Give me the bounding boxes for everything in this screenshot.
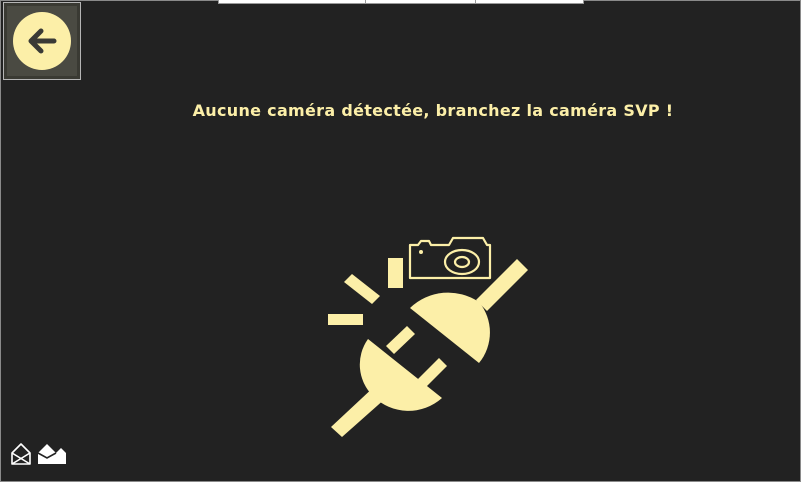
spark-line bbox=[344, 274, 380, 304]
socket-body bbox=[410, 292, 490, 363]
arrow-left-icon bbox=[28, 28, 57, 54]
spark-line bbox=[388, 258, 403, 288]
plug-prong bbox=[418, 358, 447, 387]
back-button[interactable] bbox=[3, 2, 81, 80]
camera-icon bbox=[408, 236, 492, 280]
plug-prong bbox=[386, 326, 415, 354]
unplugged-camera-icon bbox=[328, 236, 528, 437]
no-camera-message: Aucune caméra détectée, branchez la camé… bbox=[192, 101, 674, 120]
back-button-circle bbox=[13, 12, 71, 70]
back-button-frame bbox=[7, 6, 77, 76]
app-screen: Aucune caméra détectée, branchez la camé… bbox=[0, 0, 801, 482]
strip-divider bbox=[475, 0, 476, 3]
brand-logo-icon bbox=[11, 443, 66, 465]
spark-line bbox=[328, 314, 363, 325]
socket-cable bbox=[476, 259, 528, 311]
top-status-strip bbox=[218, 0, 584, 4]
strip-divider bbox=[365, 0, 366, 3]
